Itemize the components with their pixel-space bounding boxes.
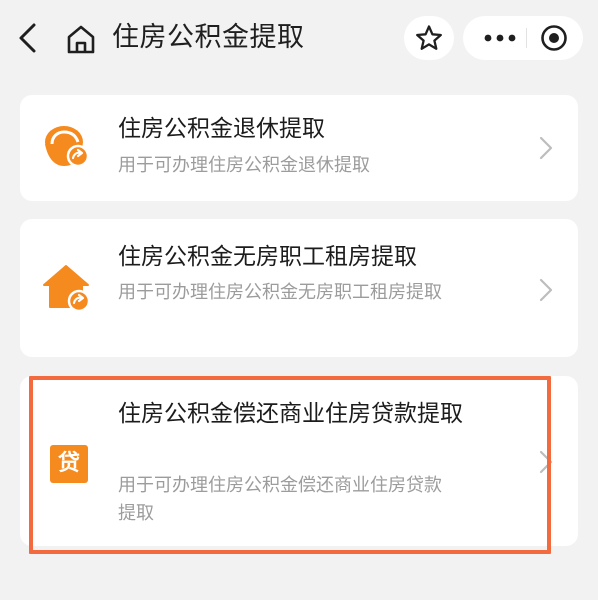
house-rent-icon	[42, 263, 94, 319]
item-title: 住房公积金偿还商业住房贷款提取	[118, 401, 463, 427]
item-subtitle: 用于可办理住房公积金退休提取	[118, 155, 370, 176]
loan-icon: 贷	[50, 445, 88, 483]
item-subtitle: 用于可办理住房公积金偿还商业住房贷款提取	[118, 475, 442, 524]
item-title: 住房公积金无房职工租房提取	[118, 244, 417, 270]
top-navigation-bar: 住房公积金提取	[0, 0, 598, 78]
list-item-retirement[interactable]: 住房公积金退休提取 用于可办理住房公积金退休提取	[20, 95, 578, 201]
more-button[interactable]	[475, 16, 525, 60]
favorite-button[interactable]	[404, 16, 454, 60]
chevron-right-icon	[538, 277, 554, 303]
mini-program-capsule	[463, 16, 583, 60]
close-mini-program-button[interactable]	[531, 16, 577, 60]
star-icon	[416, 25, 442, 50]
chevron-right-icon	[538, 449, 554, 475]
more-dots-icon	[484, 34, 516, 42]
target-circle-icon	[541, 25, 567, 51]
list-item-loan-repayment[interactable]: 贷 住房公积金偿还商业住房贷款提取 用于可办理住房公积金偿还商业住房贷款提取	[20, 376, 578, 546]
item-subtitle: 用于可办理住房公积金无房职工租房提取	[118, 282, 442, 303]
capsule-divider	[526, 28, 527, 48]
page-title: 住房公积金提取	[112, 22, 305, 53]
retire-person-icon	[42, 120, 92, 176]
list-item-rent[interactable]: 住房公积金无房职工租房提取 用于可办理住房公积金无房职工租房提取	[20, 219, 578, 357]
chevron-right-icon	[538, 135, 554, 161]
back-arrow-icon[interactable]	[14, 22, 42, 54]
home-icon[interactable]	[64, 22, 98, 56]
item-title: 住房公积金退休提取	[118, 116, 325, 142]
loan-icon-label: 贷	[57, 451, 80, 476]
